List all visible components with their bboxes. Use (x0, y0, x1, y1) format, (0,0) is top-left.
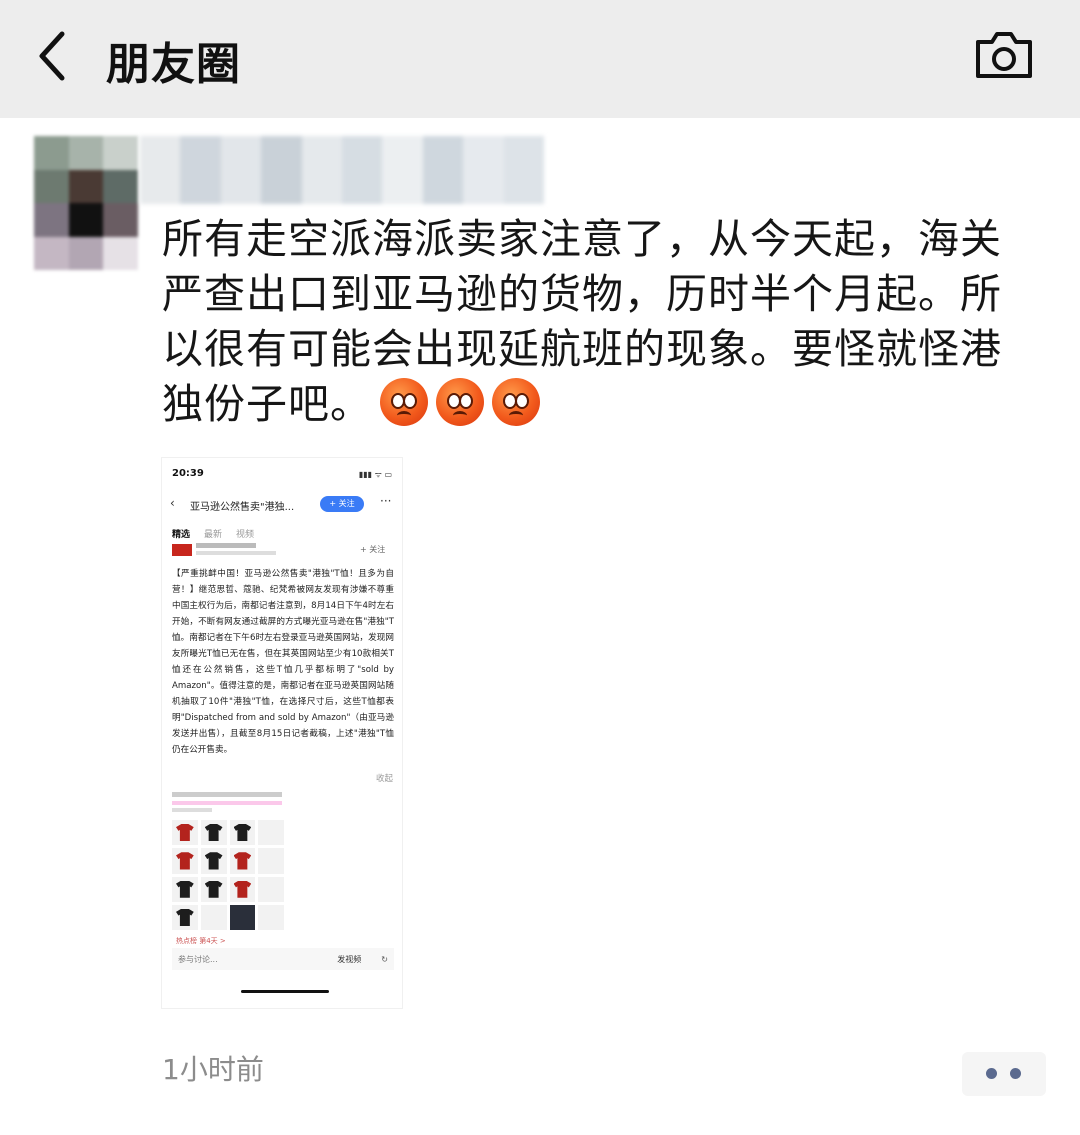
tshirt-thumb (229, 876, 256, 902)
page-title: 朋友圈 (106, 39, 241, 90)
image-follow-button: + 关注 (320, 496, 364, 512)
tshirt-thumb (200, 848, 227, 874)
image-comment-line (172, 801, 282, 805)
image-bottom-bar: 参与讨论... 发视频 ↻ (172, 948, 394, 970)
image-video-label: 发视频 (337, 954, 362, 964)
image-tab: 最新 (204, 530, 223, 540)
dot-icon (986, 1068, 997, 1079)
product-thumb (200, 904, 227, 930)
angry-face-icon (436, 378, 484, 426)
image-tab: 视频 (236, 530, 255, 540)
more-actions-button[interactable] (962, 1052, 1046, 1096)
image-tabs: 精选 最新 视频 (172, 527, 254, 540)
tshirt-thumb (200, 876, 227, 902)
image-comment-line (172, 792, 282, 797)
post-text: 所有走空派海派卖家注意了，从今天起，海关严查出口到亚马逊的货物，历时半个月起。所… (162, 212, 1022, 432)
image-tab: 精选 (172, 530, 191, 540)
image-follow-small: + 关注 (360, 545, 386, 554)
tshirt-thumb (172, 848, 198, 874)
tshirt-thumb (229, 820, 256, 846)
image-back-icon: ‹ (170, 496, 175, 510)
tshirt-thumb (172, 876, 198, 902)
nickname-blurred[interactable] (140, 136, 545, 204)
image-collapse-label: 收起 (376, 774, 394, 784)
image-source-name (196, 543, 256, 548)
back-arrow-icon[interactable] (30, 26, 80, 86)
image-status-icons: ▮▮▮ ᯤ ▭ (358, 470, 392, 479)
image-nav-title: 亚马逊公然售卖"港独... (190, 502, 295, 513)
image-home-indicator (241, 990, 329, 993)
dot-icon (1010, 1068, 1021, 1079)
top-bar: 朋友圈 (0, 0, 1080, 118)
product-thumb (258, 876, 284, 902)
tshirt-thumb (200, 820, 227, 846)
tshirt-thumb (229, 848, 256, 874)
post-image[interactable]: 20:39 ▮▮▮ ᯤ ▭ ‹ 亚马逊公然售卖"港独... + 关注 ··· 精… (162, 458, 402, 1008)
image-more-icon: ··· (380, 494, 392, 508)
image-comment-input: 参与讨论... (178, 954, 218, 964)
post-body: 所有走空派海派卖家注意了，从今天起，海关严查出口到亚马逊的货物，历时半个月起。所… (162, 215, 1002, 428)
avatar[interactable] (34, 136, 138, 270)
camera-icon[interactable] (972, 28, 1036, 82)
image-tshirt-grid (172, 820, 284, 930)
image-share-icon: ↻ (381, 954, 388, 964)
tshirt-thumb (172, 820, 198, 846)
image-hot-label: 热点榜 第4天 > (176, 937, 226, 945)
product-thumb (258, 820, 284, 846)
image-source-logo (172, 544, 192, 556)
angry-face-icon (492, 378, 540, 426)
image-comment-line (172, 808, 212, 812)
product-thumb (258, 848, 284, 874)
post-timestamp: 1小时前 (162, 1053, 264, 1086)
image-status-time: 20:39 (172, 468, 204, 479)
image-source-sub (196, 551, 276, 555)
product-thumb (229, 904, 256, 930)
product-thumb (258, 904, 284, 930)
image-article-text: 【严重挑衅中国！亚马逊公然售卖"港独"T恤！且多为自营！】继范思哲、蔻驰、纪梵希… (172, 569, 394, 755)
tshirt-thumb (172, 904, 198, 930)
angry-face-icon (380, 378, 428, 426)
